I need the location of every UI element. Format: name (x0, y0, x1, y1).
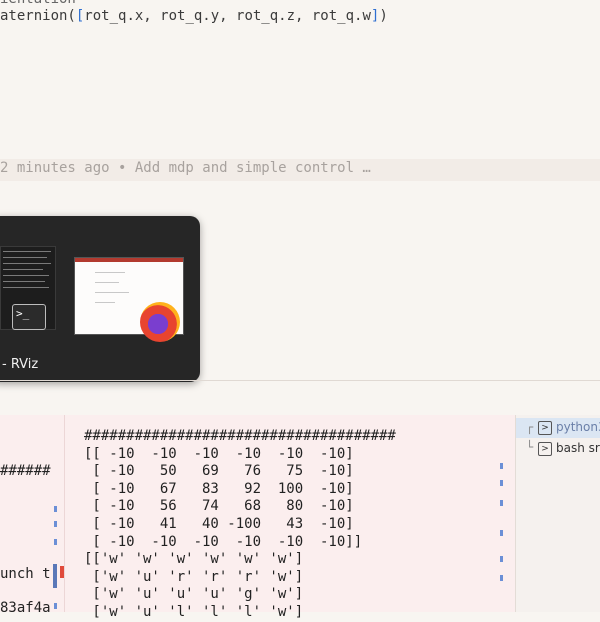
tree-connector: ┌ (526, 420, 534, 434)
terminal-text-preview (3, 251, 51, 293)
terminal-icon: >_ (12, 304, 46, 330)
scroll-marker (500, 575, 503, 581)
git-blame-annotation: 2 minutes ago • Add mdp and simple contr… (0, 160, 371, 176)
process-label: bash src (556, 441, 600, 455)
code-line-partial: ientation (0, 0, 76, 7)
page-line (95, 292, 129, 293)
terminal-prompt-icon: > (538, 442, 552, 456)
terminal-process-list: ┌ > python3 └ > bash src (515, 415, 600, 612)
scroll-marker (54, 521, 57, 527)
scroll-marker (54, 506, 57, 512)
tree-connector: └ (526, 440, 534, 454)
scroll-marker (500, 500, 503, 506)
terminal-line: [ -10 -10 -10 -10 -10 -10]] (84, 533, 363, 550)
scroll-marker (500, 556, 503, 562)
process-label: python3 (556, 420, 600, 434)
scroll-marker (54, 603, 57, 609)
terminal-prompt-icon: > (538, 421, 552, 435)
terminal-line: ['w' 'u' 'u' 'u' 'g' 'w'] (84, 586, 304, 603)
switcher-app-label: - RViz (2, 357, 39, 372)
terminal-line: [ -10 56 74 68 80 -10] (84, 498, 354, 515)
terminal-line: [['w' 'w' 'w' 'w' 'w' 'w'] (84, 551, 304, 568)
scrollbar-thumb[interactable] (53, 564, 57, 588)
terminal-line: ##################################### (84, 428, 396, 444)
terminal-line: ['w' 'u' 'r' 'r' 'r' 'w'] (84, 568, 304, 585)
panel-divider (0, 380, 600, 381)
code-args: rot_q.x, rot_q.y, rot_q.z, rot_q.w (84, 8, 371, 24)
terminal-line: [ -10 50 69 76 75 -10] (84, 463, 354, 480)
process-item-bash[interactable]: └ > bash src (516, 439, 600, 459)
code-suffix: ) (379, 8, 388, 24)
preview-line (3, 251, 51, 252)
terminal-line: [ -10 67 83 92 100 -10] (84, 480, 354, 497)
scroll-marker (500, 480, 503, 486)
code-prefix: aternion( (0, 8, 76, 24)
preview-line (3, 275, 49, 276)
preview-line (3, 257, 47, 258)
page-line (95, 272, 125, 273)
terminal-line: unch t (0, 566, 51, 582)
error-marker (60, 566, 64, 578)
terminal-line: [[ -10 -10 -10 -10 -10 -10] (84, 445, 354, 462)
preview-line (3, 269, 43, 270)
terminal-line: ###### (0, 463, 51, 479)
app-switcher: >_ - RViz (0, 216, 200, 382)
firefox-tab-bar (75, 258, 183, 262)
terminal-line: ['w' 'u' 'l' 'l' 'l' 'w'] (84, 603, 304, 620)
scroll-marker (54, 539, 57, 545)
preview-line (3, 287, 49, 288)
terminal-line: [ -10 41 40 -100 43 -10] (84, 515, 354, 532)
preview-line (3, 281, 45, 282)
firefox-icon (140, 302, 180, 342)
terminal-line: 83af4a (0, 600, 51, 616)
process-item-python3[interactable]: ┌ > python3 (516, 418, 600, 438)
page-line (95, 302, 115, 303)
scroll-marker (500, 530, 503, 536)
code-line: aternion([rot_q.x, rot_q.y, rot_q.z, rot… (0, 8, 388, 24)
terminal-output: ##################################### [[… (84, 428, 396, 622)
page-line (95, 282, 119, 283)
preview-line (3, 263, 51, 264)
scroll-marker (500, 463, 503, 469)
